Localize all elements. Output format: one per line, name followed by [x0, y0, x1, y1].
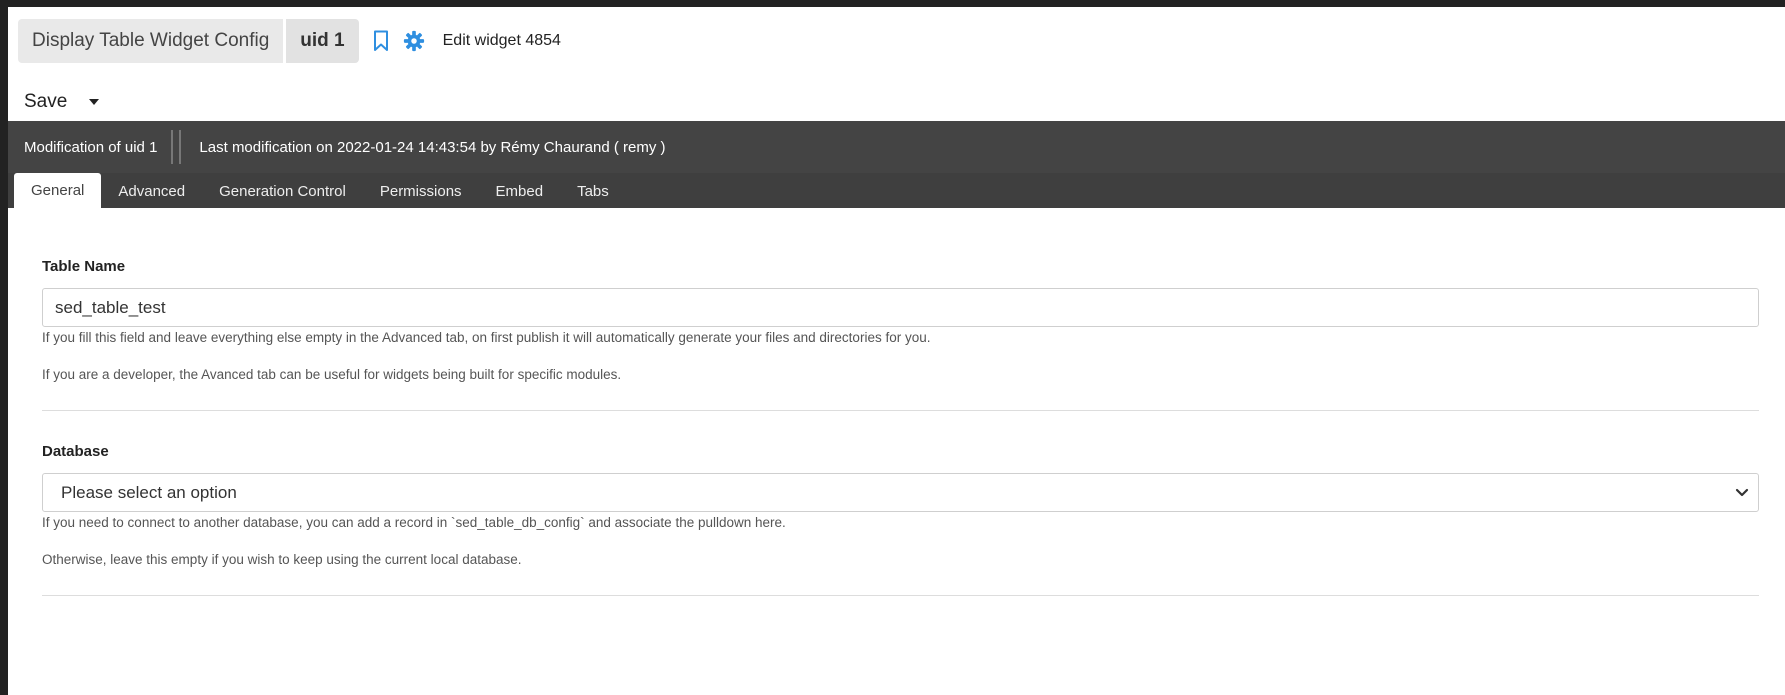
- tab-tabs[interactable]: Tabs: [560, 175, 626, 208]
- advanced-tab-help: If you are a developer, the Avanced tab …: [42, 367, 622, 382]
- database-select-value[interactable]: Please select an option: [42, 473, 1759, 512]
- uid-badge[interactable]: uid 1: [286, 19, 359, 63]
- widget-type-title[interactable]: Display Table Widget Config: [18, 19, 284, 63]
- database-help: If you need to connect to another databa…: [42, 515, 786, 530]
- save-button[interactable]: Save: [24, 91, 67, 113]
- tab-advanced[interactable]: Advanced: [101, 175, 202, 208]
- tab-general[interactable]: General: [14, 173, 102, 208]
- table-name-label: Table Name: [42, 258, 126, 275]
- page: Display Table Widget Config uid 1 Edit w…: [8, 7, 1785, 695]
- local-database-help: Otherwise, leave this empty if you wish …: [42, 552, 522, 567]
- tab-embed[interactable]: Embed: [479, 175, 561, 208]
- database-label: Database: [42, 443, 109, 460]
- save-dropdown[interactable]: Save: [24, 87, 100, 117]
- gear-icon[interactable]: [403, 30, 425, 52]
- modification-label: Modification of uid 1: [24, 138, 158, 156]
- tab-generation-control[interactable]: Generation Control: [202, 175, 363, 208]
- header: Display Table Widget Config uid 1 Edit w…: [18, 19, 561, 63]
- tab-bar: General Advanced Generation Control Perm…: [8, 173, 1785, 208]
- table-name-input[interactable]: sed_table_test: [42, 288, 1759, 327]
- modification-info-bar: Modification of uid 1 Last modification …: [8, 121, 1785, 173]
- edit-widget-label: Edit widget 4854: [442, 32, 561, 49]
- divider: [42, 410, 1759, 411]
- chevron-down-icon[interactable]: [1735, 485, 1749, 504]
- caret-down-icon[interactable]: [89, 99, 100, 105]
- table-name-help: If you fill this field and leave everyth…: [42, 330, 931, 345]
- separator: [171, 130, 182, 164]
- general-tab-content: Table Name sed_table_test If you fill th…: [42, 208, 1759, 596]
- bookmark-icon[interactable]: [373, 30, 389, 52]
- tab-permissions[interactable]: Permissions: [363, 175, 479, 208]
- database-select[interactable]: Please select an option: [42, 473, 1759, 512]
- last-modification-label: Last modification on 2022-01-24 14:43:54…: [199, 138, 666, 156]
- divider: [42, 595, 1759, 596]
